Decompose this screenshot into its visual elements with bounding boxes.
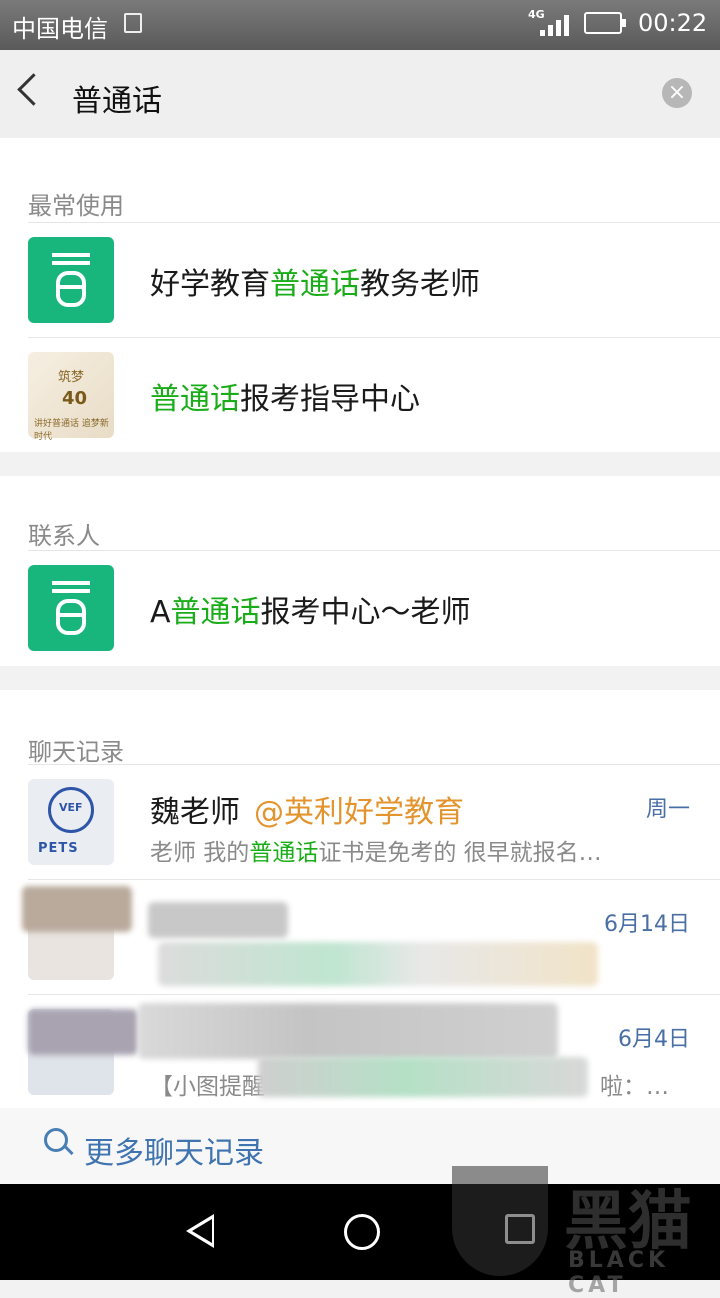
signal-icon — [538, 14, 570, 36]
chat-date: 6月4日 — [618, 1027, 690, 1052]
section-title: 聊天记录 — [28, 738, 124, 766]
chat-result[interactable]: 【小图提醒 啦：… 6月4日 — [28, 994, 720, 1109]
clock: 00:22 — [638, 9, 708, 37]
list-item[interactable]: 好学教育普通话教务老师 — [28, 222, 720, 337]
section-title: 联系人 — [28, 522, 100, 550]
blurred-region — [158, 942, 598, 986]
sim-icon — [124, 13, 142, 33]
chat-result[interactable]: PETS 魏老师@英利好学教育 周一 老师 我的普通话证书是免考的 很早就报名… — [28, 764, 720, 879]
blurred-region — [148, 902, 288, 938]
back-arrow-icon[interactable] — [17, 73, 50, 106]
section-frequent: 最常使用 好学教育普通话教务老师 筑梦 40 讲好普通话 追梦新时代 普通话报考… — [0, 138, 720, 452]
status-bar: 中国电信 4G 00:22 — [0, 0, 720, 50]
pets-avatar: PETS — [28, 779, 114, 865]
item-name: 好学教育普通话教务老师 — [150, 267, 480, 302]
poster-avatar: 筑梦 40 讲好普通话 追梦新时代 — [28, 352, 114, 442]
chat-snippet-fragment: 【小图提醒 — [150, 1074, 265, 1100]
cat-shield-icon — [452, 1166, 548, 1276]
item-name: 普通话报考指导中心 — [150, 382, 420, 417]
nav-back-icon[interactable] — [186, 1214, 214, 1248]
watermark: 黑猫 BLACK CAT — [452, 1166, 720, 1298]
list-item[interactable]: 筑梦 40 讲好普通话 追梦新时代 普通话报考指导中心 — [28, 337, 720, 452]
chat-snippet: 老师 我的普通话证书是免考的 很早就报名… — [150, 840, 602, 866]
pu-app-icon — [28, 565, 114, 651]
chat-date: 周一 — [645, 797, 690, 822]
search-bar: 普通话 × — [0, 50, 720, 139]
item-name: A普通话报考中心～老师 — [150, 595, 471, 630]
more-chats-label: 更多聊天记录 — [84, 1136, 264, 1171]
chat-title: 魏老师 @英利好学教育 — [150, 795, 464, 830]
nav-home-icon[interactable] — [344, 1214, 380, 1250]
carrier-name: 中国电信 — [12, 15, 108, 43]
battery-icon — [584, 12, 626, 34]
search-input[interactable]: 普通话 — [72, 76, 162, 120]
section-chats: 聊天记录 PETS 魏老师@英利好学教育 周一 老师 我的普通话证书是免考的 很… — [0, 690, 720, 1108]
watermark-en: BLACK CAT — [568, 1248, 670, 1298]
blurred-region — [258, 1057, 588, 1097]
search-icon — [44, 1128, 68, 1152]
chat-result[interactable]: 6月14日 — [22, 879, 720, 994]
chat-snippet-tail: 啦：… — [600, 1074, 669, 1100]
pu-app-icon — [28, 237, 114, 323]
blurred-region — [138, 1003, 558, 1059]
chat-date: 6月14日 — [604, 912, 690, 937]
section-title: 最常使用 — [28, 192, 124, 220]
section-contacts: 联系人 A普通话报考中心～老师 — [0, 476, 720, 666]
list-item[interactable]: A普通话报考中心～老师 — [28, 550, 720, 665]
blurred-region — [22, 886, 132, 932]
blurred-region — [28, 1009, 138, 1055]
clear-search-icon[interactable]: × — [662, 78, 692, 108]
